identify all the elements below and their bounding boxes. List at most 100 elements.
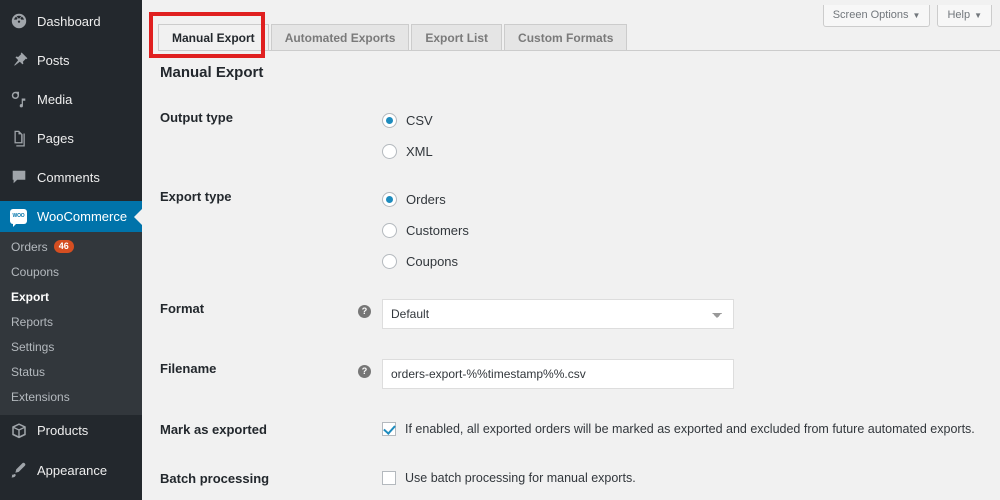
- format-field: Default: [382, 299, 1000, 329]
- submenu-item-label: Extensions: [11, 389, 70, 404]
- radio-icon[interactable]: [382, 253, 397, 269]
- format-help-slot: ?: [358, 299, 382, 319]
- sidebar-item-label: Media: [37, 91, 73, 107]
- sidebar-item-comments[interactable]: Comments: [0, 162, 142, 192]
- format-select[interactable]: Default: [382, 299, 734, 329]
- mark-as-exported-description: If enabled, all exported orders will be …: [405, 422, 975, 436]
- form-row-output-type: Output type CSV XML: [160, 108, 1000, 163]
- radio-icon[interactable]: [382, 112, 397, 128]
- screen-options-label: Screen Options: [832, 9, 909, 21]
- filename-label: Filename: [160, 361, 217, 376]
- radio-label: Customers: [406, 222, 469, 238]
- filename-input[interactable]: [382, 359, 734, 389]
- filename-help-slot: ?: [358, 359, 382, 379]
- sidebar-item-label: Dashboard: [37, 13, 101, 29]
- mark-as-exported-label: Mark as exported: [160, 422, 267, 437]
- batch-processing-help-slot: [358, 469, 382, 471]
- submenu-item-orders[interactable]: Orders 46: [0, 234, 142, 259]
- form-row-mark-as-exported: Mark as exported If enabled, all exporte…: [160, 420, 1000, 437]
- sidebar-item-dashboard[interactable]: Dashboard: [0, 6, 142, 36]
- sidebar-item-plugins[interactable]: Plugins 8: [0, 494, 142, 500]
- radio-option-customers[interactable]: Customers: [382, 218, 1000, 242]
- admin-page: Dashboard Posts Media Pages Comments WOO…: [0, 0, 1000, 500]
- submenu-item-coupons[interactable]: Coupons: [0, 259, 142, 284]
- submenu-item-label: Coupons: [11, 264, 60, 279]
- submenu-item-extensions[interactable]: Extensions: [0, 384, 142, 409]
- export-type-label: Export type: [160, 189, 232, 204]
- submenu-item-settings[interactable]: Settings: [0, 334, 142, 359]
- submenu-item-label: Orders: [11, 239, 48, 254]
- batch-processing-checkbox-line[interactable]: Use batch processing for manual exports.: [382, 469, 1000, 485]
- sidebar-item-woocommerce[interactable]: WOO WooCommerce: [0, 201, 142, 232]
- submenu-item-reports[interactable]: Reports: [0, 309, 142, 334]
- manual-export-form: Output type CSV XML Export type Orders C…: [160, 108, 1000, 486]
- tab-custom-formats[interactable]: Custom Formats: [504, 24, 628, 50]
- form-row-format: Format ? Default: [160, 299, 1000, 329]
- content-area: Screen Options ▼ Help ▼ Manual Export Auto…: [142, 0, 1000, 500]
- chevron-down-icon: ▼: [912, 11, 921, 20]
- sidebar-item-label: Comments: [37, 169, 100, 185]
- submenu-item-label: Settings: [11, 339, 55, 354]
- radio-icon[interactable]: [382, 191, 397, 207]
- submenu-item-label: Export: [11, 289, 50, 304]
- sidebar-item-label: Products: [37, 423, 89, 438]
- screen-options-button[interactable]: Screen Options ▼: [822, 5, 931, 27]
- help-icon[interactable]: ?: [358, 365, 371, 378]
- radio-option-coupons[interactable]: Coupons: [382, 249, 1000, 273]
- tab-export-list[interactable]: Export List: [411, 24, 503, 50]
- mark-as-exported-field: If enabled, all exported orders will be …: [382, 420, 1000, 436]
- export-type-help-slot: [358, 187, 382, 189]
- sidebar-item-label: Appearance: [37, 462, 108, 478]
- current-menu-arrow: [134, 208, 142, 225]
- pages-icon: [10, 129, 28, 147]
- form-row-batch-processing: Batch processing Use batch processing fo…: [160, 469, 1000, 486]
- submenu-item-status[interactable]: Status: [0, 359, 142, 384]
- help-icon[interactable]: ?: [358, 305, 371, 318]
- products-icon: [10, 422, 28, 440]
- output-type-options: CSV XML: [382, 108, 1000, 163]
- tab-automated-exports[interactable]: Automated Exports: [270, 24, 410, 50]
- checkbox-icon[interactable]: [382, 471, 396, 485]
- sidebar-item-appearance[interactable]: Appearance: [0, 455, 142, 485]
- radio-option-orders[interactable]: Orders: [382, 187, 1000, 211]
- pin-icon: [10, 51, 28, 69]
- help-button[interactable]: Help ▼: [937, 5, 992, 27]
- sidebar-item-label: Pages: [37, 130, 74, 146]
- admin-sidebar: Dashboard Posts Media Pages Comments WOO…: [0, 0, 142, 500]
- radio-option-xml[interactable]: XML: [382, 139, 1000, 163]
- chevron-down-icon: ▼: [974, 11, 982, 20]
- output-type-label: Output type: [160, 110, 233, 125]
- batch-processing-field: Use batch processing for manual exports.: [382, 469, 1000, 485]
- mark-as-exported-help-slot: [358, 420, 382, 422]
- tab-manual-export[interactable]: Manual Export: [158, 24, 269, 50]
- woocommerce-submenu: Orders 46 Coupons Export Reports Setting…: [0, 232, 142, 415]
- sidebar-item-pages[interactable]: Pages: [0, 123, 142, 153]
- submenu-item-export[interactable]: Export: [0, 284, 142, 309]
- radio-label: XML: [406, 143, 433, 159]
- media-icon: [10, 90, 28, 108]
- submenu-item-label: Status: [11, 364, 46, 379]
- mark-as-exported-checkbox-line[interactable]: If enabled, all exported orders will be …: [382, 420, 1000, 436]
- form-row-filename: Filename ?: [160, 359, 1000, 389]
- tab-bar: Manual Export Automated Exports Export L…: [158, 22, 629, 50]
- sidebar-item-products[interactable]: Products: [0, 415, 142, 446]
- radio-icon[interactable]: [382, 222, 397, 238]
- dashboard-icon: [10, 12, 28, 30]
- radio-icon[interactable]: [382, 143, 397, 159]
- sidebar-item-label: Posts: [37, 52, 70, 68]
- checkbox-icon[interactable]: [382, 422, 396, 436]
- woocommerce-icon: WOO: [10, 208, 28, 227]
- sidebar-item-posts[interactable]: Posts: [0, 45, 142, 75]
- orders-count-badge: 46: [53, 240, 74, 253]
- output-type-help-slot: [358, 108, 382, 110]
- export-type-options: Orders Customers Coupons: [382, 187, 1000, 273]
- radio-label: Coupons: [406, 253, 459, 269]
- radio-label: Orders: [406, 191, 446, 207]
- radio-option-csv[interactable]: CSV: [382, 108, 1000, 132]
- submenu-item-label: Reports: [11, 314, 54, 329]
- sidebar-item-label: WooCommerce: [37, 209, 128, 224]
- sidebar-item-media[interactable]: Media: [0, 84, 142, 114]
- batch-processing-label: Batch processing: [160, 471, 270, 486]
- page-title: Manual Export: [160, 64, 264, 81]
- filename-field: [382, 359, 1000, 389]
